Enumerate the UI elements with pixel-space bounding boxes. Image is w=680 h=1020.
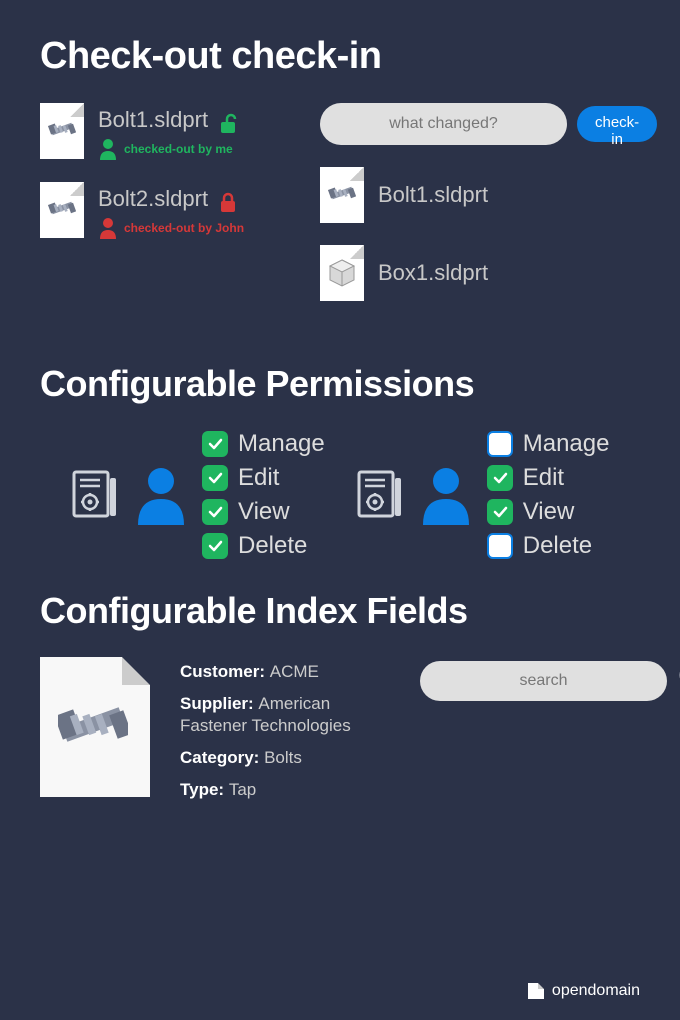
field-value: Bolts	[264, 748, 302, 767]
changes-input[interactable]	[320, 103, 567, 145]
index-title: Configurable Index Fields	[40, 590, 640, 632]
user-icon	[417, 463, 475, 527]
checkbox-checked-icon[interactable]	[487, 465, 513, 491]
doc-gear-icon	[355, 465, 405, 525]
checkout-title: Check-out check-in	[40, 35, 640, 78]
field-value: ACME	[270, 662, 319, 681]
field-label: Category:	[180, 748, 264, 767]
staged-file-bolt1[interactable]: Bolt1.sldprt	[320, 167, 657, 223]
file-bolt2-other[interactable]: Bolt2.sldprt checked-out by John	[40, 182, 290, 239]
file-name: Bolt1.sldprt	[378, 182, 488, 208]
checkbox-checked-icon[interactable]	[202, 533, 228, 559]
file-bolt1-mine[interactable]: Bolt1.sldprt checked-out by me	[40, 103, 290, 160]
user-icon	[132, 463, 190, 527]
checkbox-unchecked-icon[interactable]	[487, 431, 513, 457]
lock-icon	[219, 191, 237, 213]
index-field: Category: Bolts	[180, 747, 390, 769]
file-icon	[320, 167, 364, 223]
person-icon	[98, 217, 118, 239]
checkbox-checked-icon[interactable]	[202, 499, 228, 525]
permission-label: Delete	[523, 532, 592, 560]
field-label: Customer:	[180, 662, 270, 681]
checkout-section: Check-out check-in Bolt1.sldprt checked-…	[40, 35, 640, 323]
permission-item: Delete	[202, 532, 325, 560]
permission-label: Delete	[238, 532, 307, 560]
checked-out-files: Bolt1.sldprt checked-out by me Bolt2.sld…	[40, 103, 290, 323]
permission-item: Manage	[487, 430, 610, 458]
permission-label: Manage	[238, 430, 325, 458]
permission-label: Manage	[523, 430, 610, 458]
staged-file-box1[interactable]: Box1.sldprt	[320, 245, 657, 301]
field-label: Type:	[180, 780, 229, 799]
permission-item: Edit	[487, 464, 610, 492]
permissions-title: Configurable Permissions	[40, 363, 640, 405]
field-label: Supplier:	[180, 694, 258, 713]
brand-label: opendomain	[552, 982, 640, 1000]
footer-brand: opendomain	[528, 982, 640, 1000]
unlock-icon	[219, 112, 237, 134]
permission-item: View	[202, 498, 325, 526]
permission-label: View	[238, 498, 290, 526]
person-icon	[98, 138, 118, 160]
permission-item: View	[487, 498, 610, 526]
permission-label: Edit	[523, 464, 564, 492]
file-icon	[320, 245, 364, 301]
checkbox-checked-icon[interactable]	[487, 499, 513, 525]
permission-item: Manage	[202, 430, 325, 458]
index-fields-section: Configurable Index Fields Customer: ACME…	[40, 590, 640, 801]
file-name: Bolt2.sldprt	[98, 186, 208, 211]
file-icon	[40, 182, 84, 238]
file-icon	[40, 103, 84, 159]
field-value: Tap	[229, 780, 256, 799]
search-input[interactable]	[420, 661, 667, 701]
index-field: Supplier: American Fastener Technologies	[180, 693, 390, 737]
brand-icon	[528, 983, 544, 999]
permissions-section: Configurable Permissions Manage Edit View D…	[40, 363, 640, 560]
index-field: Type: Tap	[180, 779, 390, 801]
file-name: Bolt1.sldprt	[98, 107, 208, 132]
checkbox-checked-icon[interactable]	[202, 465, 228, 491]
permission-user-1: Manage Edit View Delete	[70, 430, 325, 560]
doc-gear-icon	[70, 465, 120, 525]
checkin-button[interactable]: check-in	[577, 106, 657, 142]
status-label: checked-out by John	[124, 221, 244, 235]
file-name: Box1.sldprt	[378, 260, 488, 286]
permission-item: Delete	[487, 532, 610, 560]
permission-item: Edit	[202, 464, 325, 492]
file-preview-icon	[40, 657, 150, 797]
checkbox-checked-icon[interactable]	[202, 431, 228, 457]
status-label: checked-out by me	[124, 142, 233, 156]
index-field: Customer: ACME	[180, 661, 390, 683]
permission-label: Edit	[238, 464, 279, 492]
checkbox-unchecked-icon[interactable]	[487, 533, 513, 559]
permission-user-2: Manage Edit View Delete	[355, 430, 610, 560]
permission-label: View	[523, 498, 575, 526]
